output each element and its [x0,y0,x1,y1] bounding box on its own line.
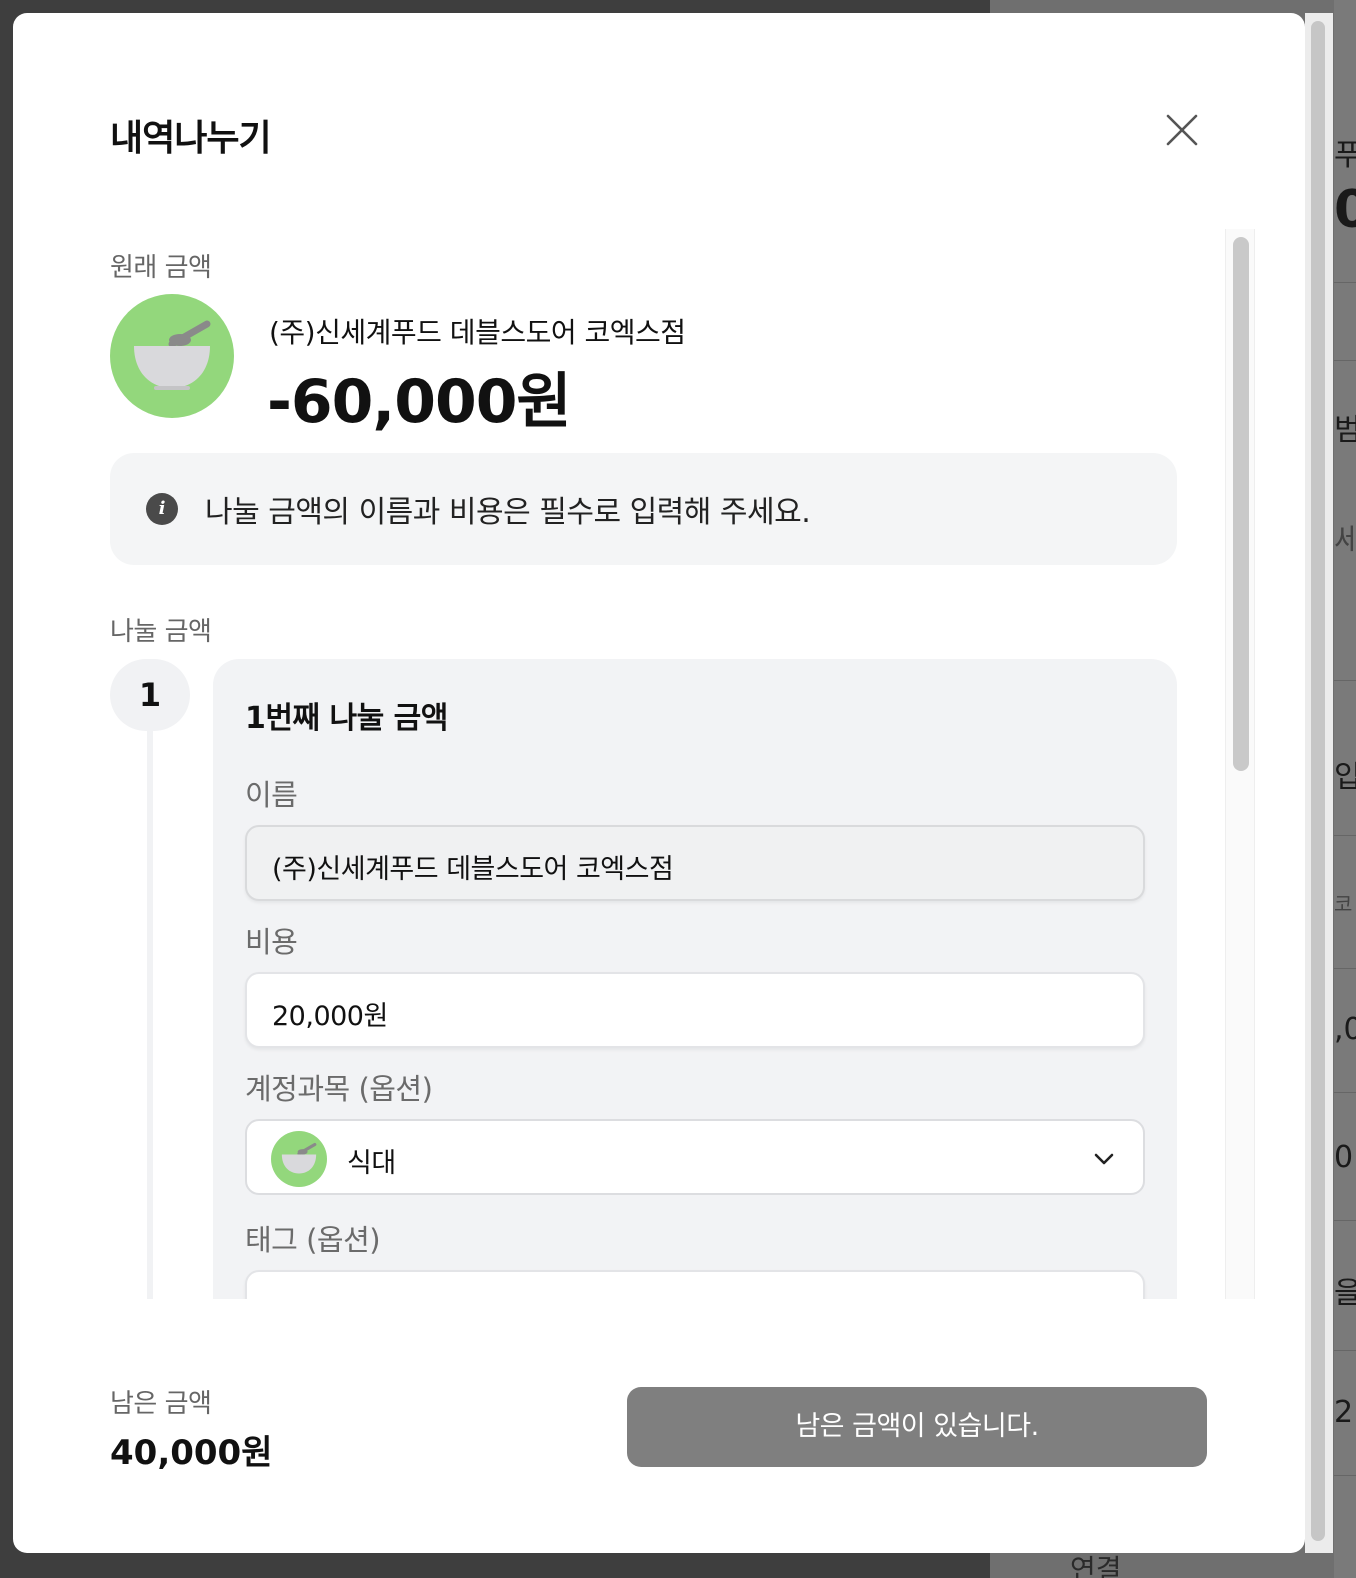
modal-title: 내역나누기 [110,118,272,159]
name-field-label: 이름 [245,778,298,812]
split-amount-label: 나눌 금액 [110,617,212,647]
rice-bowl-icon [110,294,234,418]
remaining-amount: 40,000원 [110,1433,273,1473]
remaining-amount-label: 남은 금액 [110,1389,212,1419]
body-scrollbar[interactable] [1225,229,1255,1299]
original-amount: -60,000원 [267,367,572,437]
background-strip: 푸 0 범 세 입 코 ,0 0 을 2 [1334,0,1356,1578]
modal-body: 원래 금액 (주)신세계푸드 데블스도어 코엑스점 -60,000원 i 나눌 … [13,229,1255,1299]
name-field-value: (주)신세계푸드 데블스도어 코엑스점 [272,854,674,885]
tag-input[interactable] [245,1270,1145,1299]
body-scrollbar-thumb[interactable] [1233,237,1249,771]
modal-scrollbar-thumb[interactable] [1311,21,1325,1541]
cost-field-label: 비용 [245,925,298,959]
bg-fragment: 을 [1334,1276,1356,1311]
cost-field-value: 20,000원 [272,1001,388,1032]
submit-button[interactable]: 남은 금액이 있습니다. [627,1387,1207,1467]
category-value: 식대 [347,1148,396,1179]
step-badge: 1 [110,659,190,731]
bg-fragment: 푸 [1334,138,1356,173]
modal-scrollbar[interactable] [1305,13,1333,1553]
tag-field-label: 태그 (옵션) [245,1223,381,1257]
notice-text: 나눌 금액의 이름과 비용은 필수로 입력해 주세요. [205,495,811,530]
cost-field[interactable]: 20,000원 [245,972,1145,1048]
split-item-card: 1번째 나눌 금액 이름 (주)신세계푸드 데블스도어 코엑스점 비용 20,0… [213,659,1177,1299]
chevron-down-icon [1094,1153,1114,1165]
bg-fragment: 0 [1334,180,1356,240]
bg-fragment: 범 [1334,413,1356,448]
bg-fragment: 코 [1334,892,1353,916]
bg-fragment: 세 [1334,523,1356,558]
split-item-title: 1번째 나눌 금액 [245,701,448,736]
close-icon [1166,114,1198,146]
bg-fragment: 2 [1334,1395,1354,1430]
info-icon: i [146,493,178,525]
name-field[interactable]: (주)신세계푸드 데블스도어 코엑스점 [245,825,1145,901]
split-transaction-modal: 내역나누기 원래 금액 (주)신세계푸드 데블스도어 코엑스점 -60,000원… [13,13,1305,1553]
bg-fragment: 입 [1334,760,1356,795]
rice-bowl-icon [271,1131,327,1187]
merchant-name: (주)신세계푸드 데블스도어 코엑스점 [269,316,686,349]
original-amount-label: 원래 금액 [110,253,212,283]
category-field-label: 계정과목 (옵션) [245,1072,433,1106]
category-select[interactable]: 식대 [245,1119,1145,1195]
step-connector [147,729,153,1299]
bg-fragment: ,0 [1334,1012,1356,1047]
required-notice: i 나눌 금액의 이름과 비용은 필수로 입력해 주세요. [110,453,1177,565]
bg-fragment: 0 [1334,1140,1354,1175]
close-button[interactable] [1163,111,1201,149]
